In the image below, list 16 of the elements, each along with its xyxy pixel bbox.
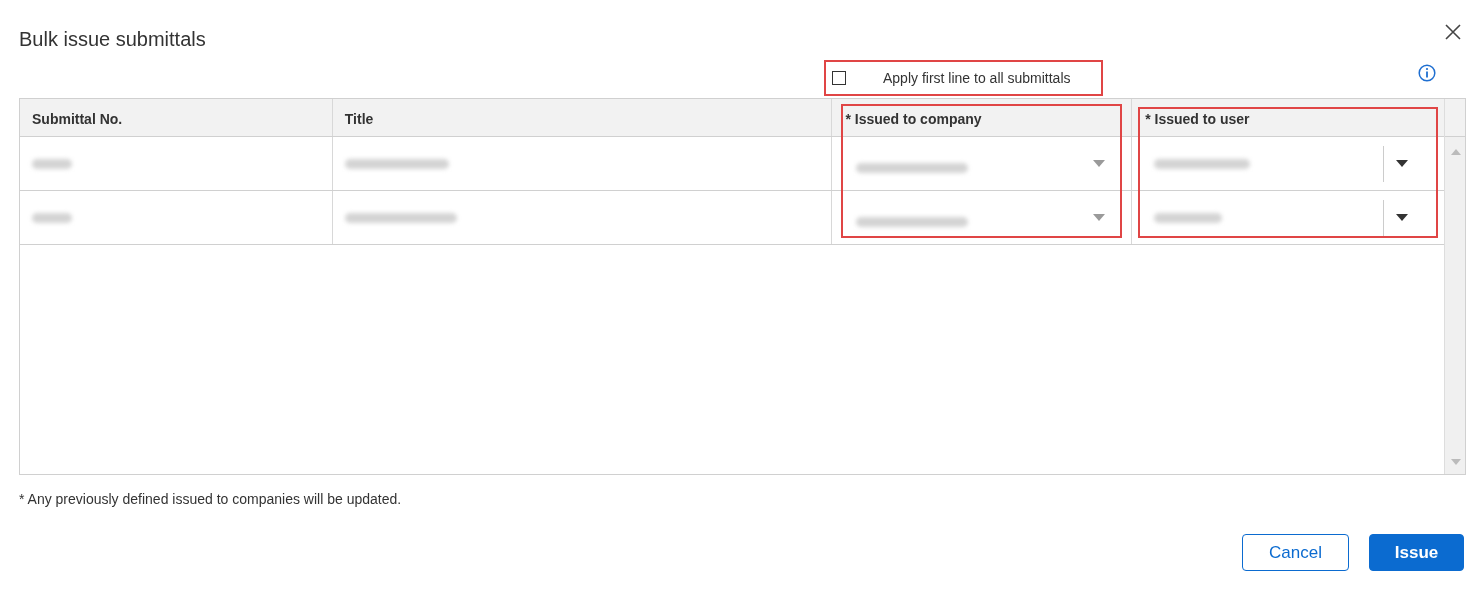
footnote: * Any previously defined issued to companies will be updated. bbox=[19, 491, 403, 507]
column-header: * Issued to user bbox=[1144, 110, 1251, 129]
column-header: * Issued to company bbox=[832, 99, 1133, 136]
caret-icon bbox=[1093, 214, 1106, 221]
caret-icon bbox=[1093, 160, 1106, 167]
column-header: Title bbox=[332, 99, 833, 136]
close-icon[interactable] bbox=[1444, 23, 1462, 41]
caret-icon[interactable] bbox=[1396, 160, 1408, 167]
issue-button[interactable]: Issue bbox=[1369, 534, 1464, 571]
column-header: Submittal No. bbox=[20, 99, 333, 136]
info-icon[interactable] bbox=[1418, 64, 1436, 82]
dialog-title: Bulk issue submittals bbox=[19, 27, 206, 51]
checkbox-label: Apply first line to all submittals bbox=[883, 70, 1071, 86]
cancel-button[interactable]: Cancel bbox=[1242, 534, 1349, 571]
caret-icon[interactable] bbox=[1396, 214, 1408, 221]
checkbox[interactable] bbox=[832, 71, 846, 85]
